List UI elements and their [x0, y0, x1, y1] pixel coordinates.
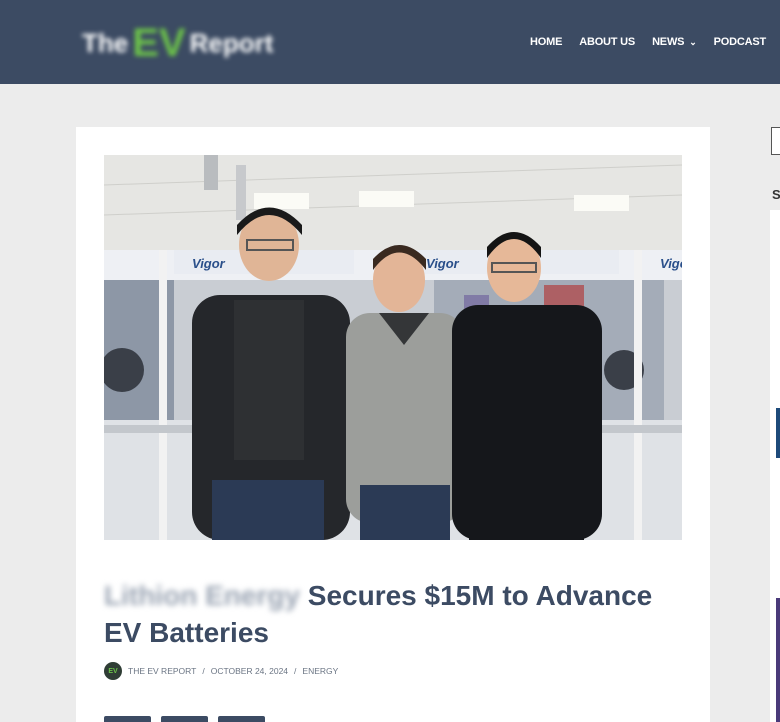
share-button[interactable] — [218, 716, 265, 722]
vigor-label-right: Vigor — [660, 256, 682, 271]
nav-label: PODCAST — [713, 36, 767, 48]
author-link[interactable]: THE EV REPORT — [128, 666, 196, 676]
vigor-label-center: Vigor — [426, 256, 460, 271]
author-avatar[interactable]: EV — [104, 662, 122, 680]
publish-date: OCTOBER 24, 2024 — [210, 666, 289, 676]
sidebar-search-input[interactable] — [771, 127, 780, 155]
logo-text-the: The — [82, 28, 129, 58]
site-logo[interactable]: The EV Report — [82, 20, 286, 66]
sidebar-ad-edge[interactable] — [776, 408, 780, 458]
main-nav: HOME ABOUT US NEWS⌄ PODCAST EV — [530, 0, 780, 84]
nav-item-about-us[interactable]: ABOUT US — [579, 36, 635, 48]
nav-item-news[interactable]: NEWS ⌄ — [652, 36, 697, 48]
article-title-blurred-company: Lithion Energy — [104, 580, 300, 611]
share-button[interactable] — [104, 716, 151, 722]
nav-label: NEWS — [652, 36, 685, 48]
site-header: The EV Report HOME ABOUT US NEWS ⌄ PODCAS… — [0, 0, 780, 84]
sidebar-heading: S — [772, 187, 780, 202]
meta-separator: / — [202, 666, 205, 676]
nav-label: ABOUT US — [579, 36, 636, 48]
featured-image[interactable]: Vigor Vigor Vigor — [104, 155, 682, 540]
logo-text-report: Report — [189, 28, 274, 58]
share-buttons — [104, 716, 275, 722]
share-button[interactable] — [161, 716, 208, 722]
nav-item-podcast[interactable]: PODCAST — [713, 36, 767, 48]
sidebar-ad-edge[interactable] — [776, 598, 780, 722]
chevron-down-icon: ⌄ — [689, 36, 697, 47]
meta-separator: / — [294, 666, 297, 676]
avatar-text: EV — [108, 667, 118, 675]
article-title: Lithion Energy Secures $15M to Advance E… — [104, 577, 684, 651]
nav-item-home[interactable]: HOME — [530, 36, 562, 48]
logo-text-ev: EV — [132, 21, 186, 65]
article-meta: EV THE EV REPORT / OCTOBER 24, 2024 / EN… — [104, 662, 338, 680]
vigor-label-left: Vigor — [192, 256, 226, 271]
article-card: Vigor Vigor Vigor — [76, 127, 710, 722]
nav-label: HOME — [530, 36, 563, 48]
lab-photo-illustration: Vigor Vigor Vigor — [104, 155, 682, 540]
category-link[interactable]: ENERGY — [302, 666, 338, 676]
